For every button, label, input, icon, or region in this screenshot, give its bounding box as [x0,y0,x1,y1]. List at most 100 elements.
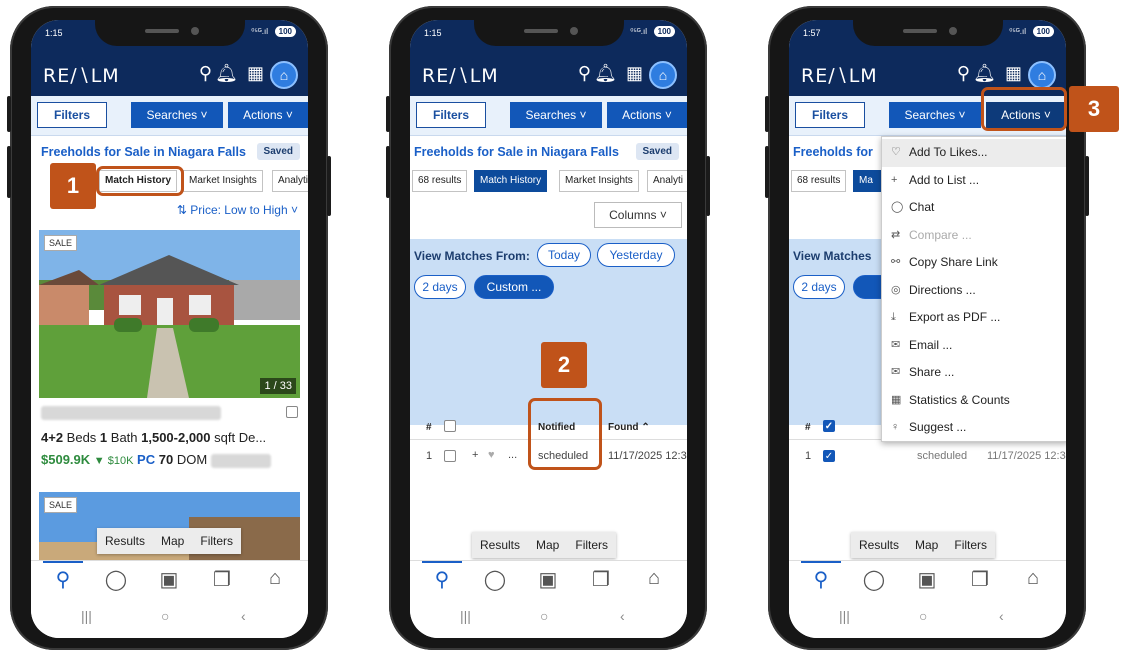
apps-grid-icon[interactable]: ▦ [626,63,643,84]
documents-icon[interactable]: ❐ [965,567,995,592]
chat-icon[interactable]: ◯ [480,567,510,592]
user-home-icon[interactable]: ⌂ [649,61,677,89]
user-home-icon[interactable]: ⌂ [270,61,298,89]
home-icon[interactable]: ⌂ [260,567,290,590]
step-callout-1: 1 [50,163,96,209]
home-circle-icon[interactable]: ○ [161,608,169,624]
menu-item-directions[interactable]: ◎ Directions ... [882,277,1066,305]
columns-button[interactable]: Columns ˅ [594,202,682,228]
contacts-icon[interactable]: ▣ [533,567,563,592]
tab-match-history[interactable]: Match History [474,170,548,192]
menu-item-copy-share-link[interactable]: ⚯ Copy Share Link [882,249,1066,277]
documents-icon[interactable]: ❐ [207,567,237,592]
apps-grid-icon[interactable]: ▦ [247,63,264,84]
home-circle-icon[interactable]: ○ [919,608,927,624]
search-icon[interactable]: ⚲ [957,63,970,84]
tab-analytics[interactable]: Analyti [272,170,308,192]
select-all-checkbox[interactable]: ✓ [823,420,835,432]
heart-icon[interactable]: ♥ [488,449,495,461]
back-icon[interactable]: ‹ [620,608,625,624]
recents-icon[interactable]: ||| [460,608,471,624]
battery-indicator: 100 [653,26,675,37]
chat-icon[interactable]: ◯ [859,567,889,592]
recents-icon[interactable]: ||| [839,608,850,624]
tab-match-history[interactable]: Ma [853,170,881,192]
back-icon[interactable]: ‹ [999,608,1004,624]
menu-item-suggest[interactable]: ♀ Suggest ... [882,414,1066,442]
listing-photo[interactable]: SALE 1 / 33 [39,230,300,398]
home-circle-icon[interactable]: ○ [540,608,548,624]
search-title[interactable]: Freeholds for [793,145,873,159]
filters-tab[interactable]: Filters [946,538,995,552]
results-tab[interactable]: Results [472,538,528,552]
search-title[interactable]: Freeholds for Sale in Niagara Falls [414,145,619,159]
search-title[interactable]: Freeholds for Sale in Niagara Falls [41,145,246,159]
search-icon[interactable]: ⚲ [199,63,212,84]
pill-custom[interactable]: Custom ... [474,275,554,299]
menu-item-statistics[interactable]: ▦ Statistics & Counts [882,387,1066,415]
grid-header-found[interactable]: Found ⌃ [608,422,650,433]
recents-icon[interactable]: ||| [81,608,92,624]
bell-icon[interactable]: 🔔︎ [215,63,238,84]
add-to-list-icon[interactable]: + [472,449,478,461]
heart-icon: ♡ [891,146,901,158]
searches-button[interactable]: Searches ˅ [131,102,223,128]
tab-analytics[interactable]: Analyti [647,170,687,192]
listing-select-checkbox[interactable] [286,406,298,418]
pill-today[interactable]: Today [537,243,591,267]
lightbulb-icon: ♀ [891,421,900,433]
documents-icon[interactable]: ❐ [586,567,616,592]
map-tab[interactable]: Map [907,538,946,552]
bell-icon[interactable]: 🔔︎ [973,63,996,84]
results-tab[interactable]: Results [851,538,907,552]
map-tab[interactable]: Map [528,538,567,552]
home-icon[interactable]: ⌂ [639,567,669,590]
tab-market-insights[interactable]: Market Insights [183,170,263,192]
actions-button[interactable]: Actions ˅ [607,102,687,128]
home-icon[interactable]: ⌂ [1018,567,1048,590]
row-checkbox[interactable]: ✓ [823,450,835,462]
sort-dropdown[interactable]: ⇅ Price: Low to High ˅ [177,203,298,217]
pill-2-days[interactable]: 2 days [414,275,466,299]
pill-yesterday[interactable]: Yesterday [597,243,675,267]
results-tab[interactable]: Results [97,534,153,548]
highlight-actions-button [981,87,1067,131]
pill-2-days[interactable]: 2 days [793,275,845,299]
user-home-icon[interactable]: ⌂ [1028,61,1056,89]
menu-item-add-to-list[interactable]: + Add to List ... [882,167,1066,195]
searches-button[interactable]: Searches ˅ [510,102,602,128]
search-icon[interactable]: ⚲ [578,63,591,84]
bell-icon[interactable]: 🔔︎ [594,63,617,84]
menu-item-add-to-likes[interactable]: ♡ Add To Likes... [882,139,1066,167]
row-checkbox[interactable] [444,450,456,462]
table-row[interactable]: 1 ✓ scheduled 11/17/2025 12:36 [789,444,1066,470]
apps-grid-icon[interactable]: ▦ [1005,63,1022,84]
more-icon[interactable]: ... [508,449,517,461]
filters-button[interactable]: Filters [416,102,486,128]
back-icon[interactable]: ‹ [241,608,246,624]
search-icon[interactable]: ⚲ [427,567,457,592]
filters-tab[interactable]: Filters [192,534,241,548]
tab-market-insights[interactable]: Market Insights [559,170,639,192]
search-icon[interactable]: ⚲ [806,567,836,592]
select-all-checkbox[interactable] [444,420,456,432]
results-count-tab[interactable]: 68 results [412,170,468,192]
search-icon[interactable]: ⚲ [48,567,78,592]
menu-item-export-pdf[interactable]: ⤓ Export as PDF ... [882,304,1066,332]
menu-item-share[interactable]: ✉ Share ... [882,359,1066,387]
results-count-tab[interactable]: 68 results [791,170,847,192]
map-tab[interactable]: Map [153,534,192,548]
filters-button[interactable]: Filters [37,102,107,128]
contacts-icon[interactable]: ▣ [154,567,184,592]
filters-button[interactable]: Filters [795,102,865,128]
sale-badge: SALE [44,497,78,513]
listing-price: $509.9K ▼ $10K PC 70 DOM [41,452,271,468]
chat-icon[interactable]: ◯ [101,567,131,592]
filters-tab[interactable]: Filters [567,538,616,552]
location-pin-icon: ◎ [891,283,901,296]
menu-item-email[interactable]: ✉ Email ... [882,332,1066,360]
menu-item-chat[interactable]: ◯ Chat [882,194,1066,222]
contacts-icon[interactable]: ▣ [912,567,942,592]
actions-button[interactable]: Actions ˅ [228,102,308,128]
searches-button[interactable]: Searches ˅ [889,102,981,128]
